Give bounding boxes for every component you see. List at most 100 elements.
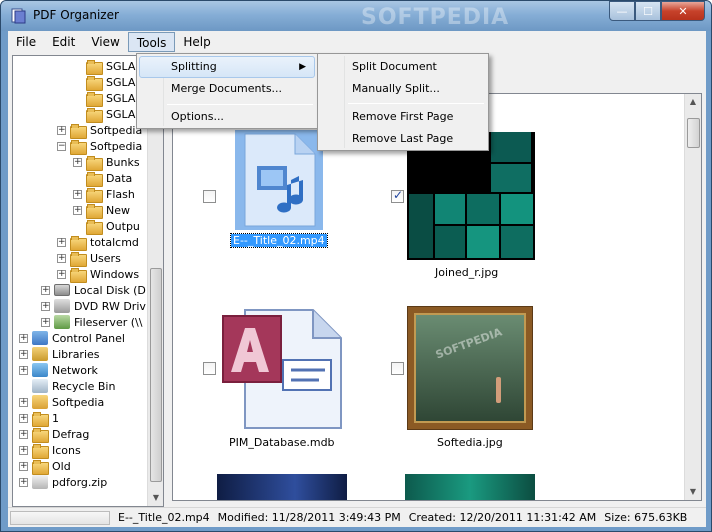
expand-toggle-icon[interactable]: + [73, 189, 82, 199]
scroll-thumb[interactable] [687, 118, 700, 148]
expand-toggle-icon[interactable]: − [57, 141, 66, 151]
menu-item-splitting[interactable]: Splitting ▶ [139, 56, 315, 78]
expand-toggle-icon[interactable]: + [19, 365, 28, 375]
tree-item[interactable]: + Windows [57, 266, 140, 283]
menu-item-remove-first-page[interactable]: Remove First Page [320, 106, 486, 128]
menu-item-manually-split[interactable]: Manually Split... [320, 78, 486, 100]
expand-toggle-icon[interactable]: + [19, 477, 28, 487]
expand-toggle-icon[interactable]: + [41, 285, 50, 295]
video-file-icon[interactable] [235, 130, 323, 230]
maximize-button[interactable]: ☐ [635, 1, 661, 21]
maximize-icon: ☐ [643, 4, 653, 18]
tree-item-label: Softpedia [90, 139, 143, 153]
menu-edit[interactable]: Edit [44, 32, 83, 52]
image-thumbnail[interactable] [407, 132, 535, 260]
expand-toggle-icon[interactable]: + [19, 397, 28, 407]
tree-item[interactable]: + Fileserver (\\ [41, 314, 142, 330]
expand-toggle-icon[interactable]: + [41, 317, 50, 327]
window-title: PDF Organizer [33, 8, 119, 22]
tree-item[interactable]: Outpu [73, 218, 140, 235]
folder-icon [70, 251, 87, 267]
thumbnail-checkbox[interactable] [391, 362, 404, 375]
watermark: SOFTPEDIA [361, 5, 510, 30]
close-button[interactable]: ✕ [661, 1, 705, 21]
expand-toggle-icon[interactable]: + [19, 413, 28, 423]
tree-item-label: 1 [52, 411, 59, 425]
expand-toggle-icon[interactable]: + [19, 349, 28, 359]
thumbnail-view[interactable]: E--_Title_02.mp4 Joined_r.jpg [172, 93, 702, 501]
tree-item[interactable]: + pdforg.zip [19, 474, 107, 490]
menu-item-split-document[interactable]: Split Document [320, 56, 486, 78]
folder-icon [86, 91, 103, 107]
expand-toggle-icon [73, 62, 82, 71]
tree-item[interactable]: + totalcmd [57, 234, 139, 251]
zip-icon [32, 475, 48, 489]
thumbnail-checkbox[interactable] [203, 190, 216, 203]
close-icon: ✕ [678, 4, 688, 18]
expand-toggle-icon[interactable]: + [19, 429, 28, 439]
tree-item[interactable]: + Icons [19, 442, 81, 459]
scroll-down-icon[interactable]: ▼ [148, 490, 163, 506]
expand-toggle-icon [73, 222, 82, 231]
thumbnail-checkbox[interactable] [203, 362, 216, 375]
folder-icon [70, 139, 87, 155]
folder-icon [70, 235, 87, 251]
tree-item[interactable]: + New [73, 202, 130, 219]
menu-file[interactable]: File [8, 32, 44, 52]
folder-icon [32, 443, 49, 459]
tree-item[interactable]: + Old [19, 458, 71, 475]
expand-toggle-icon [73, 110, 82, 119]
menu-item-merge-documents[interactable]: Merge Documents... [139, 78, 315, 100]
image-thumbnail[interactable]: SOFTPEDIA [407, 306, 533, 430]
expand-toggle-icon[interactable]: + [57, 125, 66, 135]
expand-toggle-icon[interactable]: + [73, 205, 82, 215]
expand-toggle-icon[interactable]: + [19, 461, 28, 471]
tree-item-label: Recycle Bin [52, 379, 116, 393]
menu-item-options[interactable]: Options... [139, 106, 315, 128]
thumbnail-label[interactable]: E--_Title_02.mp4 [230, 233, 328, 248]
expand-toggle-icon[interactable]: + [57, 253, 66, 263]
thumbnail-checkbox[interactable] [391, 188, 404, 203]
expand-toggle-icon[interactable]: + [41, 301, 50, 311]
thumbnail-scrollbar[interactable]: ▲ ▼ [684, 94, 701, 500]
expand-toggle-icon[interactable]: + [19, 445, 28, 455]
scroll-thumb[interactable] [150, 268, 162, 482]
tree-item[interactable]: + Flash [73, 186, 135, 203]
tree-item[interactable]: + Bunks [73, 154, 140, 171]
tree-item[interactable]: − Softpedia [57, 138, 143, 155]
tree-item[interactable]: +1 [19, 410, 59, 427]
tree-item[interactable]: + Softpedia [19, 394, 104, 410]
image-thumbnail[interactable] [217, 474, 347, 500]
tree-item[interactable]: + Softpedia [57, 122, 142, 139]
menu-item-remove-last-page[interactable]: Remove Last Page [320, 128, 486, 150]
tree-item[interactable]: Recycle Bin [19, 378, 115, 394]
tree-item[interactable]: + Local Disk (D [41, 282, 146, 298]
access-file-icon[interactable] [221, 306, 345, 430]
control-panel-icon [32, 331, 48, 345]
minimize-button[interactable]: — [609, 1, 635, 21]
menu-help[interactable]: Help [175, 32, 218, 52]
expand-toggle-icon[interactable]: + [73, 157, 82, 167]
scroll-up-icon[interactable]: ▲ [685, 94, 701, 110]
drive-icon [54, 284, 70, 296]
tree-item[interactable]: + Defrag [19, 426, 89, 443]
tree-item[interactable]: + DVD RW Driv [41, 298, 146, 314]
image-thumbnail[interactable] [405, 474, 535, 500]
scroll-down-icon[interactable]: ▼ [685, 484, 701, 500]
tree-item[interactable]: + Network [19, 362, 98, 378]
tree-item[interactable]: Data [73, 170, 132, 187]
tree-item[interactable]: + Control Panel [19, 330, 125, 346]
tree-item-label: Flash [106, 187, 135, 201]
expand-toggle-icon[interactable]: + [19, 333, 28, 343]
tree-item-label: Old [52, 459, 71, 473]
tree-item[interactable]: + Libraries [19, 346, 100, 362]
expand-toggle-icon[interactable]: + [57, 269, 66, 279]
menu-tools[interactable]: Tools [127, 32, 176, 52]
tree-item[interactable]: + Users [57, 250, 121, 267]
menu-view[interactable]: View [83, 32, 127, 52]
title-bar[interactable]: PDF Organizer SOFTPEDIA — ☐ ✕ [1, 1, 711, 31]
expand-toggle-icon[interactable]: + [57, 237, 66, 247]
status-modified: Modified: 11/28/2011 3:49:43 PM [217, 511, 401, 524]
tree-item-label: Windows [90, 267, 140, 281]
network-icon [32, 363, 48, 377]
